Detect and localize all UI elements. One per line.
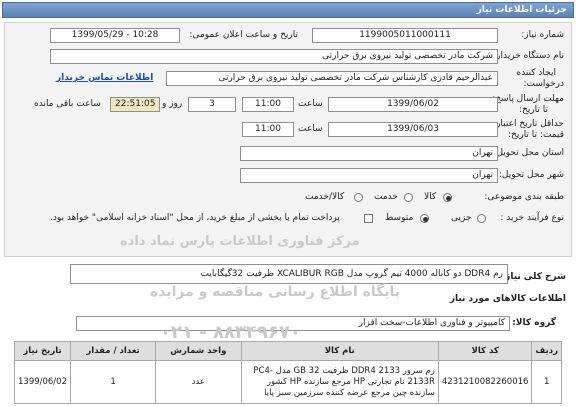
reply-deadline-time-field[interactable]: 11:00 [242,97,294,112]
col-date: تاریخ نیاز [14,341,71,361]
col-name: نام کالا [240,341,439,361]
process-medium-label: متوسط [385,213,414,223]
creator-label-line2: درخواست: [523,79,564,89]
cell-name: رم سرور DDR4 2133 ظرفیت 32 GB مدل PC4-21… [240,360,439,404]
buyer-contact-link[interactable]: اطلاعات تماس خریدار [56,73,153,84]
reply-deadline-label-line1: مهلت ارسال پاسخ: [492,94,564,104]
page-title: جزئیات اطلاعات نیاز [476,5,567,15]
province-field[interactable]: تهران [240,146,498,161]
validity-date-field[interactable]: 1399/06/03 [328,122,498,137]
category-both-label: کالا/خدمت [305,192,345,202]
need-number-field[interactable]: 1199005011000111 [312,28,498,43]
buyer-org-label: نام دستگاه خریدار: [493,51,564,61]
table-row[interactable]: 1 4231210082260016 رم سرور DDR4 2133 ظرف… [14,360,562,404]
cell-date: 1399/06/02 [14,360,71,404]
city-field[interactable]: تهران [240,168,498,183]
creator-field[interactable]: عبدالرحیم قادری کارشناس شرکت مادر تخصصی … [166,71,498,86]
category-service-label: خدمت [374,192,398,202]
reply-deadline-time-label: ساعت [298,99,323,109]
col-code: کد کالا [437,341,533,361]
summary-field[interactable]: رم DDR4 دو کاناله 4000 تیم گروپ مدل XCAL… [70,264,508,284]
watermark-line1: مرکز فناوری اطلاعات پارس نماد داده [120,234,360,249]
col-qty: تعداد / مقدار [69,341,157,361]
category-service-radio[interactable] [404,193,413,202]
goods-table: ردیف کد کالا نام کالا واحد شمارش تعداد /… [14,341,562,404]
goods-group-label: گروه کالا: [512,318,556,328]
city-label: شهر محل تحویل: [498,170,564,180]
reply-deadline-date-field[interactable]: 1399/06/02 [328,97,498,112]
category-both-radio[interactable] [354,193,363,202]
page-header: جزئیات اطلاعات نیاز [2,2,574,18]
category-goods-radio[interactable] [443,193,452,202]
remaining-time-field: 22:51:05 [110,97,160,112]
col-unit: واحد شمارش [155,341,242,361]
goods-section-title: اطلاعات کالاهای مورد نیاز [449,294,566,304]
province-label: استان محل تحویل: [493,148,564,158]
reply-days-label: روز و [162,99,183,109]
category-label: طبقه بندی موضوعی: [484,192,564,202]
buyer-org-field[interactable]: شرکت مادر تخصصی تولید نیروی برق حرارتی [50,49,498,64]
process-type-label: نوع فرآیند خرید : [500,213,564,223]
treasury-payment-checkbox[interactable] [364,214,373,223]
announce-datetime-field[interactable]: 1399/05/29 - 10:28 [50,28,180,43]
reply-deadline-label-line2: تا تاریخ: [518,105,548,115]
watermark-line2: پایگاه اطلاع رسانی مناقصه و مزایده [150,284,401,300]
cell-qty: 1 [69,360,157,404]
cell-row: 1 [531,360,562,404]
validity-label-line1: حداقل تاریخ اعتبار [496,119,564,129]
remaining-time-label: ساعت باقی مانده [34,99,101,109]
validity-time-field[interactable]: 11:00 [242,122,294,137]
cell-unit: عدد [155,360,242,404]
category-goods-label: کالا [424,192,437,202]
process-minor-label: جزیی [451,213,472,223]
watermark-phone: ۰۲۱ - ۸۸۳۴۹۶۷۰ [160,322,301,343]
col-row: ردیف [531,341,562,361]
goods-table-header: ردیف کد کالا نام کالا واحد شمارش تعداد /… [14,341,562,361]
validity-label-line2: قیمت: تا تاریخ: [508,130,564,140]
creator-label-line1: ایجاد کننده [516,68,556,78]
need-number-label: شماره نیاز: [521,30,564,40]
reply-days-field[interactable]: 3 [188,97,236,112]
treasury-payment-note: پرداخت تمام یا بخشی از مبلغ خرید، از محل… [50,213,340,223]
process-medium-radio[interactable] [420,214,429,223]
cell-code: 4231210082260016 [437,360,533,404]
announce-datetime-label: تاریخ و ساعت اعلان عمومی: [189,30,298,40]
process-minor-radio[interactable] [477,214,486,223]
validity-time-label: ساعت [298,124,323,134]
summary-label: شرح کلی نیاز: [501,272,566,282]
